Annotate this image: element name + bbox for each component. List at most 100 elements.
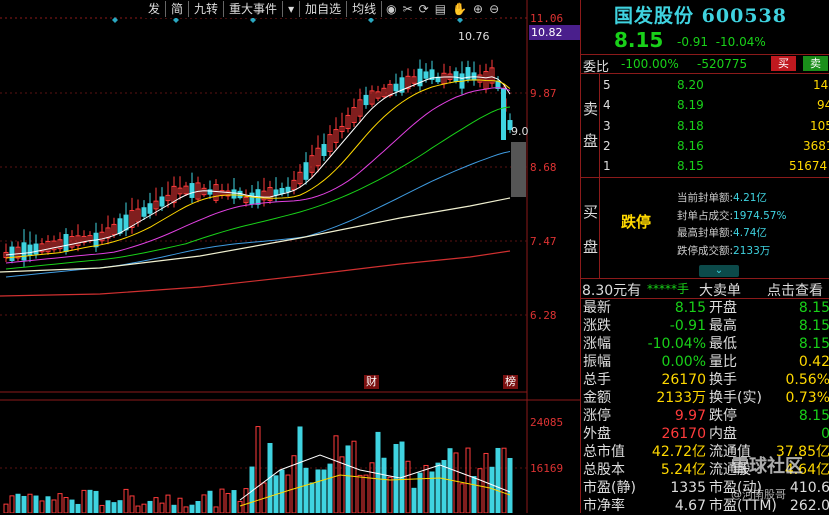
ask-row-2[interactable]: 2 8.16 3681 bbox=[581, 136, 829, 156]
price-axis-label: 6.28 bbox=[530, 309, 557, 322]
stock-price: 8.15 bbox=[614, 28, 664, 52]
zoom-out-icon[interactable]: ⊖ bbox=[489, 2, 499, 16]
hand-icon[interactable]: ✋ bbox=[452, 2, 467, 16]
stat-row: 总手 26170 换手 0.56% bbox=[581, 371, 829, 389]
volume-bar bbox=[489, 466, 495, 513]
volume-bar bbox=[39, 500, 45, 513]
toolbar-item-major-events[interactable]: 重大事件 bbox=[224, 1, 284, 17]
quote-panel: 国发股份 600538 8.15 -0.91 -10.04% 委比 -100.0… bbox=[580, 0, 829, 515]
volume-bar bbox=[153, 497, 159, 513]
volume-bar bbox=[309, 482, 315, 513]
volume-bar bbox=[231, 490, 237, 513]
volume-bar bbox=[219, 488, 225, 513]
chart-toolbar: 发 简 九转 重大事件 ▾ 加自选 均线 ◉ ✂ ⟳ ▤ ✋ ⊕ ⊖ bbox=[143, 0, 500, 18]
toolbar-item-fa[interactable]: 发 bbox=[143, 1, 167, 17]
volume-bar bbox=[501, 447, 507, 513]
big-order-left: 8.30元有 bbox=[582, 283, 642, 299]
toolbar-item-jiuzhuan[interactable]: 九转 bbox=[189, 1, 225, 17]
stat-label: 最低 bbox=[709, 336, 737, 352]
toolbar-item-jian[interactable]: 简 bbox=[166, 1, 190, 17]
volume-bar bbox=[435, 462, 441, 513]
stat-label: 内盘 bbox=[709, 426, 737, 442]
price-axis-label: 8.68 bbox=[530, 161, 557, 174]
last-price-label: 9.0 bbox=[511, 125, 529, 138]
big-order-bar[interactable]: 8.30元有 *****手 大卖单 点击查看 bbox=[581, 280, 829, 300]
ask-row-3[interactable]: 3 8.18 105 bbox=[581, 116, 829, 136]
volume-bar bbox=[75, 503, 81, 513]
candle-body bbox=[123, 214, 129, 231]
big-order-stars: *****手 bbox=[647, 282, 690, 296]
ma-toggle-button[interactable]: 均线 bbox=[347, 1, 383, 17]
candle-body bbox=[189, 183, 195, 198]
volume-axis-label: 16169 bbox=[530, 462, 564, 475]
volume-bar bbox=[441, 460, 447, 513]
big-order-view-link[interactable]: 点击查看 bbox=[767, 280, 823, 300]
ask-row-5[interactable]: 5 8.20 149 bbox=[581, 75, 829, 95]
stock-code: 600538 bbox=[701, 5, 787, 27]
finance-marker[interactable]: 财 bbox=[364, 375, 379, 389]
stat-value: 4.67 bbox=[674, 498, 706, 514]
scissors-icon[interactable]: ✂ bbox=[403, 2, 413, 16]
candle-body bbox=[423, 71, 429, 79]
divider bbox=[581, 73, 829, 74]
sell-button[interactable]: 卖 bbox=[803, 56, 828, 71]
stat-label: 涨停 bbox=[583, 408, 611, 424]
stat-row: 最新 8.15 开盘 8.15 bbox=[581, 299, 829, 317]
zoom-in-icon[interactable]: ⊕ bbox=[473, 2, 483, 16]
volume-bar bbox=[105, 500, 111, 513]
candle-body bbox=[285, 186, 291, 193]
stat-label: 跌停 bbox=[709, 408, 737, 424]
limit-status: 跌停 bbox=[621, 213, 652, 231]
stat-value: 0.42 bbox=[798, 354, 829, 370]
volume-bar bbox=[297, 426, 303, 513]
page-icon[interactable]: ▤ bbox=[435, 2, 446, 16]
stat-value: 8.15 bbox=[674, 300, 706, 316]
stat-row: 金额 2133万 换手(实) 0.73% bbox=[581, 389, 829, 407]
ma10-line bbox=[5, 79, 511, 259]
stat-label: 总股本 bbox=[583, 462, 625, 478]
ask-row-4[interactable]: 4 8.19 94 bbox=[581, 95, 829, 115]
event-diamond-icon bbox=[112, 17, 118, 23]
volume-bar bbox=[495, 447, 501, 513]
volume-bar bbox=[327, 463, 333, 513]
stat-label: 市盈(静) bbox=[583, 480, 636, 496]
ask-price: 8.18 bbox=[677, 119, 704, 133]
volume-bar bbox=[183, 506, 189, 513]
volume-bar bbox=[9, 495, 15, 513]
volume-bar bbox=[285, 474, 291, 513]
candle-body bbox=[141, 207, 147, 217]
eye-icon[interactable]: ◉ bbox=[386, 2, 396, 16]
volume-bar bbox=[321, 469, 327, 513]
volume-bar bbox=[135, 505, 141, 513]
volume-bar bbox=[99, 504, 105, 513]
kline-chart[interactable] bbox=[0, 0, 580, 513]
volume-bar bbox=[315, 469, 321, 513]
stat-value: 26170 bbox=[661, 426, 706, 442]
list-marker[interactable]: 榜 bbox=[503, 375, 518, 389]
volume-bar bbox=[243, 488, 249, 513]
volume-bar bbox=[195, 501, 201, 513]
toolbar-dropdown-icon[interactable]: ▾ bbox=[283, 1, 301, 17]
weibi-pct: -100.00% bbox=[621, 57, 679, 71]
buy-button[interactable]: 买 bbox=[771, 56, 796, 71]
price-range-bar bbox=[511, 142, 526, 197]
limit-info: 当前封单额:4.21亿 封单占成交:1974.57% 最高封单额:4.74亿 跌… bbox=[677, 190, 786, 260]
volume-bar bbox=[351, 440, 357, 513]
add-watchlist-button[interactable]: 加自选 bbox=[300, 1, 348, 17]
stat-value: 0.73% bbox=[785, 390, 829, 406]
volume-bar bbox=[369, 462, 375, 513]
volume-bar bbox=[447, 448, 453, 513]
refresh-icon[interactable]: ⟳ bbox=[419, 2, 429, 16]
volume-bar bbox=[123, 488, 129, 513]
volume-bar bbox=[45, 496, 51, 513]
volume-bar bbox=[141, 503, 147, 513]
volume-bar bbox=[63, 497, 69, 513]
stat-value: 8.15 bbox=[798, 300, 829, 316]
volume-bar bbox=[357, 474, 363, 513]
ask-level: 1 bbox=[603, 159, 611, 173]
ask-row-1[interactable]: 1 8.15 51674 bbox=[581, 156, 829, 176]
stat-row: 市净率 4.67 市盈(TTM) 262.0 bbox=[581, 497, 829, 515]
stat-value: 42.72亿 bbox=[651, 444, 706, 460]
stock-name: 国发股份 bbox=[614, 5, 695, 27]
expand-chevron-icon[interactable]: ⌄ bbox=[699, 265, 739, 277]
